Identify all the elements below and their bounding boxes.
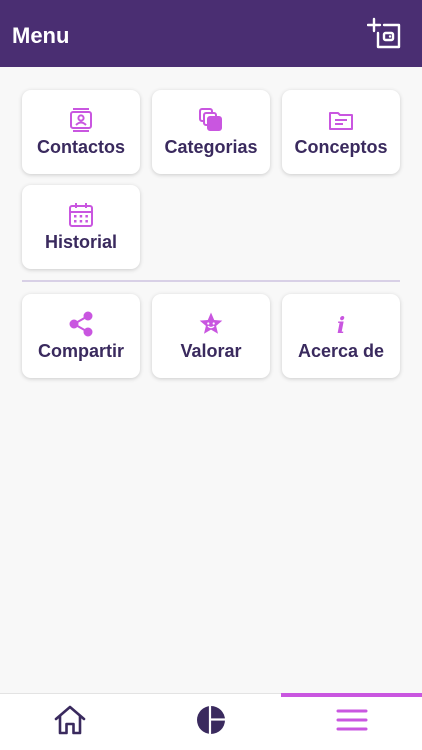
add-card-icon[interactable] (366, 16, 402, 52)
menu-tile-label: Acerca de (297, 340, 385, 361)
tab-menu[interactable] (281, 693, 422, 750)
bottom-tab-bar (0, 693, 422, 750)
menu-tile-acerca-de[interactable]: i Acerca de (282, 294, 400, 378)
menu-tile-label: Compartir (37, 340, 124, 361)
star-icon (198, 311, 224, 337)
menu-tile-valorar[interactable]: Valorar (152, 294, 270, 378)
svg-text:i: i (337, 313, 345, 337)
menu-tile-compartir[interactable]: Compartir (22, 294, 140, 378)
folder-icon (328, 107, 354, 133)
app-header: Menu (0, 0, 422, 67)
share-icon (68, 311, 94, 337)
menu-content: Contactos Categorias Conceptos Historial… (0, 67, 422, 693)
menu-tile-conceptos[interactable]: Conceptos (282, 90, 400, 174)
info-icon: i (328, 311, 354, 337)
menu-tile-label: Valorar (180, 340, 242, 361)
tab-stats[interactable] (141, 694, 282, 750)
page-title: Menu (12, 22, 70, 48)
section-divider (22, 280, 400, 282)
menu-tile-label: Categorias (164, 136, 258, 157)
menu-tile-historial[interactable]: Historial (22, 185, 140, 269)
tab-home[interactable] (0, 694, 141, 750)
menu-tile-label: Conceptos (294, 136, 388, 157)
categories-icon (198, 107, 224, 133)
menu-icon (336, 708, 368, 737)
menu-tile-label: Contactos (36, 136, 125, 157)
contacts-icon (68, 107, 94, 133)
home-icon (54, 705, 86, 740)
menu-tile-categorias[interactable]: Categorias (152, 90, 270, 174)
menu-tile-label: Historial (44, 231, 118, 252)
menu-tile-contactos[interactable]: Contactos (22, 90, 140, 174)
calendar-icon (68, 202, 94, 228)
pie-chart-icon (196, 704, 226, 740)
